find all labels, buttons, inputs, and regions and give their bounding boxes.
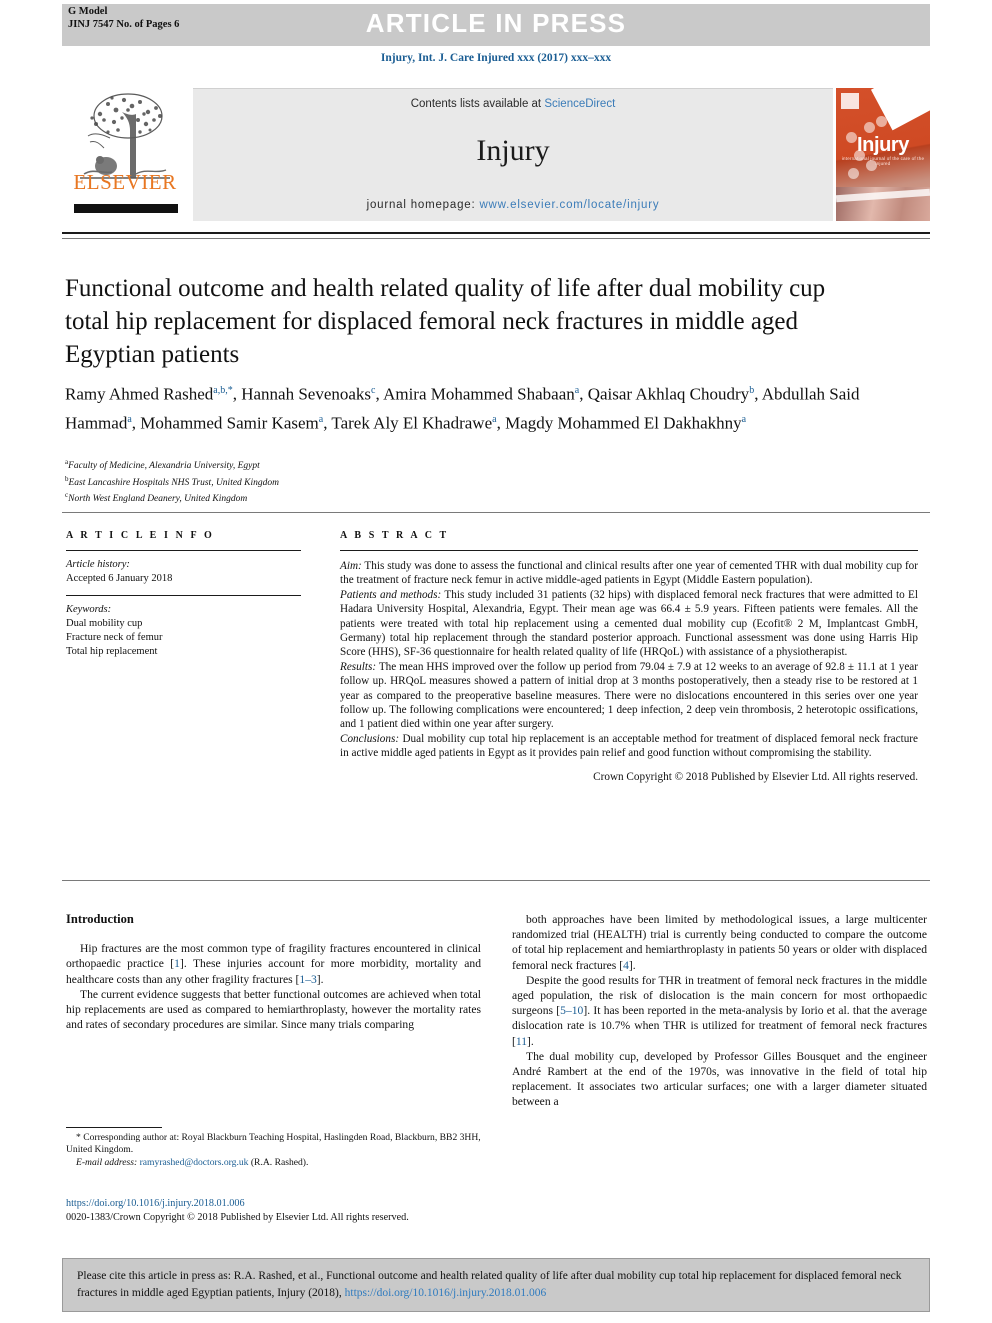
abstract-paragraph: Patients and methods: This study include…: [340, 588, 918, 659]
keywords-rule: [66, 595, 301, 596]
abstract-heading: A B S T R A C T: [340, 530, 449, 541]
author-affiliation-marker: a: [127, 414, 132, 426]
abstract-body: Aim: This study was done to assess the f…: [340, 559, 918, 761]
journal-title: Injury: [476, 134, 550, 167]
cover-dot: [864, 122, 875, 133]
keyword-item: Fracture neck of femur: [66, 632, 163, 643]
contents-available-line: Contents lists available at ScienceDirec…: [193, 98, 833, 110]
homepage-label: journal homepage:: [366, 199, 480, 211]
cover-journal-subtitle: international journal of the care of the…: [841, 156, 925, 166]
elsevier-wordmark: ELSEVIER: [73, 170, 177, 194]
affiliation-item: bEast Lancashire Hospitals NHS Trust, Un…: [65, 474, 280, 488]
author-name: Tarek Aly El Khadrawe: [331, 413, 493, 433]
article-history-value: Accepted 6 January 2018: [66, 573, 173, 584]
homepage-url-link[interactable]: www.elsevier.com/locate/injury: [479, 199, 659, 211]
abstract-section-label: Conclusions:: [340, 732, 400, 745]
contents-panel: Contents lists available at ScienceDirec…: [193, 88, 833, 221]
keywords-block: Keywords: Dual mobility cup Fracture nec…: [66, 603, 301, 659]
author-affiliation-marker: a,b,*: [213, 385, 233, 396]
author-affiliation-marker: b: [749, 385, 755, 396]
article-in-press-title: ARTICLE IN PRESS: [365, 8, 627, 38]
email-owner: (R.A. Rashed).: [248, 1156, 309, 1168]
corresponding-address: Corresponding author at: Royal Blackburn…: [66, 1132, 481, 1156]
contents-prefix: Contents lists available at: [410, 98, 545, 110]
journal-homepage-line: journal homepage: www.elsevier.com/locat…: [193, 199, 833, 211]
intro-paragraph: Hip fractures are the most common type o…: [66, 942, 481, 986]
author-name: Ramy Ahmed Rashed: [65, 384, 214, 404]
author-affiliation-marker: a: [574, 385, 580, 396]
affiliation-list: aFaculty of Medicine, Alexandria Univers…: [65, 456, 665, 506]
intro-paragraph: Despite the good results for THR in trea…: [512, 973, 927, 1048]
affiliation-item: aFaculty of Medicine, Alexandria Univers…: [65, 458, 260, 472]
email-line: E-mail address: ramyrashed@doctors.org.u…: [66, 1157, 486, 1169]
author-name: Mohammed Samir Kasem: [140, 413, 319, 433]
author-affiliation-marker: a: [318, 414, 324, 426]
introduction-right-column: both approaches have been limited by met…: [512, 912, 927, 1110]
elsevier-bar: [74, 204, 178, 213]
abstract-copyright: Crown Copyright © 2018 Published by Else…: [593, 770, 918, 783]
intro-paragraph: both approaches have been limited by met…: [512, 913, 927, 972]
corresponding-author-note: * Corresponding author at: Royal Blackbu…: [66, 1132, 486, 1169]
cover-journal-title: Injury: [856, 134, 910, 156]
cover-dot: [848, 168, 859, 179]
keywords-label: Keywords:: [66, 604, 112, 615]
abstract-rule: [340, 550, 918, 551]
please-cite-box: Please cite this article in press as: R.…: [62, 1258, 930, 1312]
author-name: Hannah Sevenoaks: [241, 384, 372, 404]
masthead-bottom-rule: [62, 232, 930, 234]
issn-copyright-line: 0020-1383/Crown Copyright © 2018 Publish…: [66, 1211, 409, 1223]
keyword-item: Dual mobility cup: [66, 618, 143, 629]
masthead-bottom-rule-thin: [62, 238, 930, 239]
reference-link[interactable]: 1–3: [299, 973, 316, 986]
email-label: E-mail address:: [76, 1156, 138, 1168]
intro-left-paragraphs: Hip fractures are the most common type o…: [66, 941, 481, 1032]
introduction-heading: Introduction: [66, 912, 134, 926]
page-title: Functional outcome and health related qu…: [65, 275, 826, 368]
author-affiliation-marker: a: [741, 414, 747, 426]
article-history-block: Article history: Accepted 6 January 2018: [66, 558, 301, 586]
reference-link[interactable]: 11: [516, 1035, 527, 1048]
affiliation-item: cNorth West England Deanery, United King…: [65, 491, 248, 505]
elsevier-logo: ELSEVIER: [62, 88, 188, 221]
doi-link[interactable]: https://doi.org/10.1016/j.injury.2018.01…: [66, 1197, 506, 1211]
journal-masthead: ELSEVIER Contents lists available at Sci…: [62, 88, 930, 221]
reference-link[interactable]: 1: [174, 957, 180, 970]
article-info-heading: A R T I C L E I N F O: [66, 530, 215, 541]
abstract-paragraph: Conclusions: Dual mobility cup total hip…: [340, 732, 918, 760]
article-history-label: Article history:: [66, 559, 130, 570]
article-info-section: A R T I C L E I N F O Article history: A…: [66, 530, 301, 659]
article-info-rule: [66, 550, 301, 551]
footnote-rule: [66, 1127, 162, 1128]
abstract-paragraph: Results: The mean HHS improved over the …: [340, 660, 918, 731]
cover-dot: [876, 116, 887, 127]
abstract-paragraph: Aim: This study was done to assess the f…: [340, 560, 918, 587]
author-affiliation-marker: c: [371, 385, 376, 396]
intro-paragraph: The dual mobility cup, developed by Prof…: [512, 1049, 927, 1109]
email-link[interactable]: ramyrashed@doctors.org.uk: [140, 1157, 249, 1168]
abstract-section: A B S T R A C T Aim: This study was done…: [340, 530, 918, 783]
corresponding-author-text: * Corresponding author at: Royal Blackbu…: [66, 1132, 486, 1157]
author-name: Qaisar Akhlaq Choudry: [587, 384, 750, 404]
journal-citation-line: Injury, Int. J. Care Injured xxx (2017) …: [380, 52, 612, 64]
author-name: Amira Mohammed Shabaan: [383, 384, 575, 404]
introduction-left-column: Introduction Hip fractures are the most …: [66, 912, 481, 1032]
keyword-item: Total hip replacement: [66, 646, 158, 657]
cover-logo-mark: [841, 93, 859, 109]
reference-link[interactable]: 5–10: [560, 1004, 583, 1017]
author-affiliation-marker: a: [492, 414, 497, 426]
author-name: Magdy Mohammed El Dakhakhny: [505, 413, 742, 433]
intro-paragraph: The current evidence suggests that bette…: [66, 987, 481, 1032]
sciencedirect-link[interactable]: ScienceDirect: [544, 98, 615, 110]
reference-link[interactable]: 4: [623, 959, 629, 972]
abstract-section-label: Patients and methods:: [340, 588, 442, 601]
cite-doi-link[interactable]: https://doi.org/10.1016/j.injury.2018.01…: [345, 1287, 547, 1299]
intro-right-paragraphs: both approaches have been limited by met…: [512, 912, 927, 1110]
info-top-rule: [62, 512, 930, 513]
journal-cover-thumbnail: Injury international journal of the care…: [836, 88, 930, 221]
doi-block: https://doi.org/10.1016/j.injury.2018.01…: [66, 1197, 506, 1224]
abstract-bottom-rule: [62, 880, 930, 881]
author-list: Ramy Ahmed Rasheda,b,*, Hannah Sevenoaks…: [65, 384, 860, 433]
abstract-section-label: Results:: [340, 660, 377, 673]
abstract-section-label: Aim:: [340, 560, 362, 572]
